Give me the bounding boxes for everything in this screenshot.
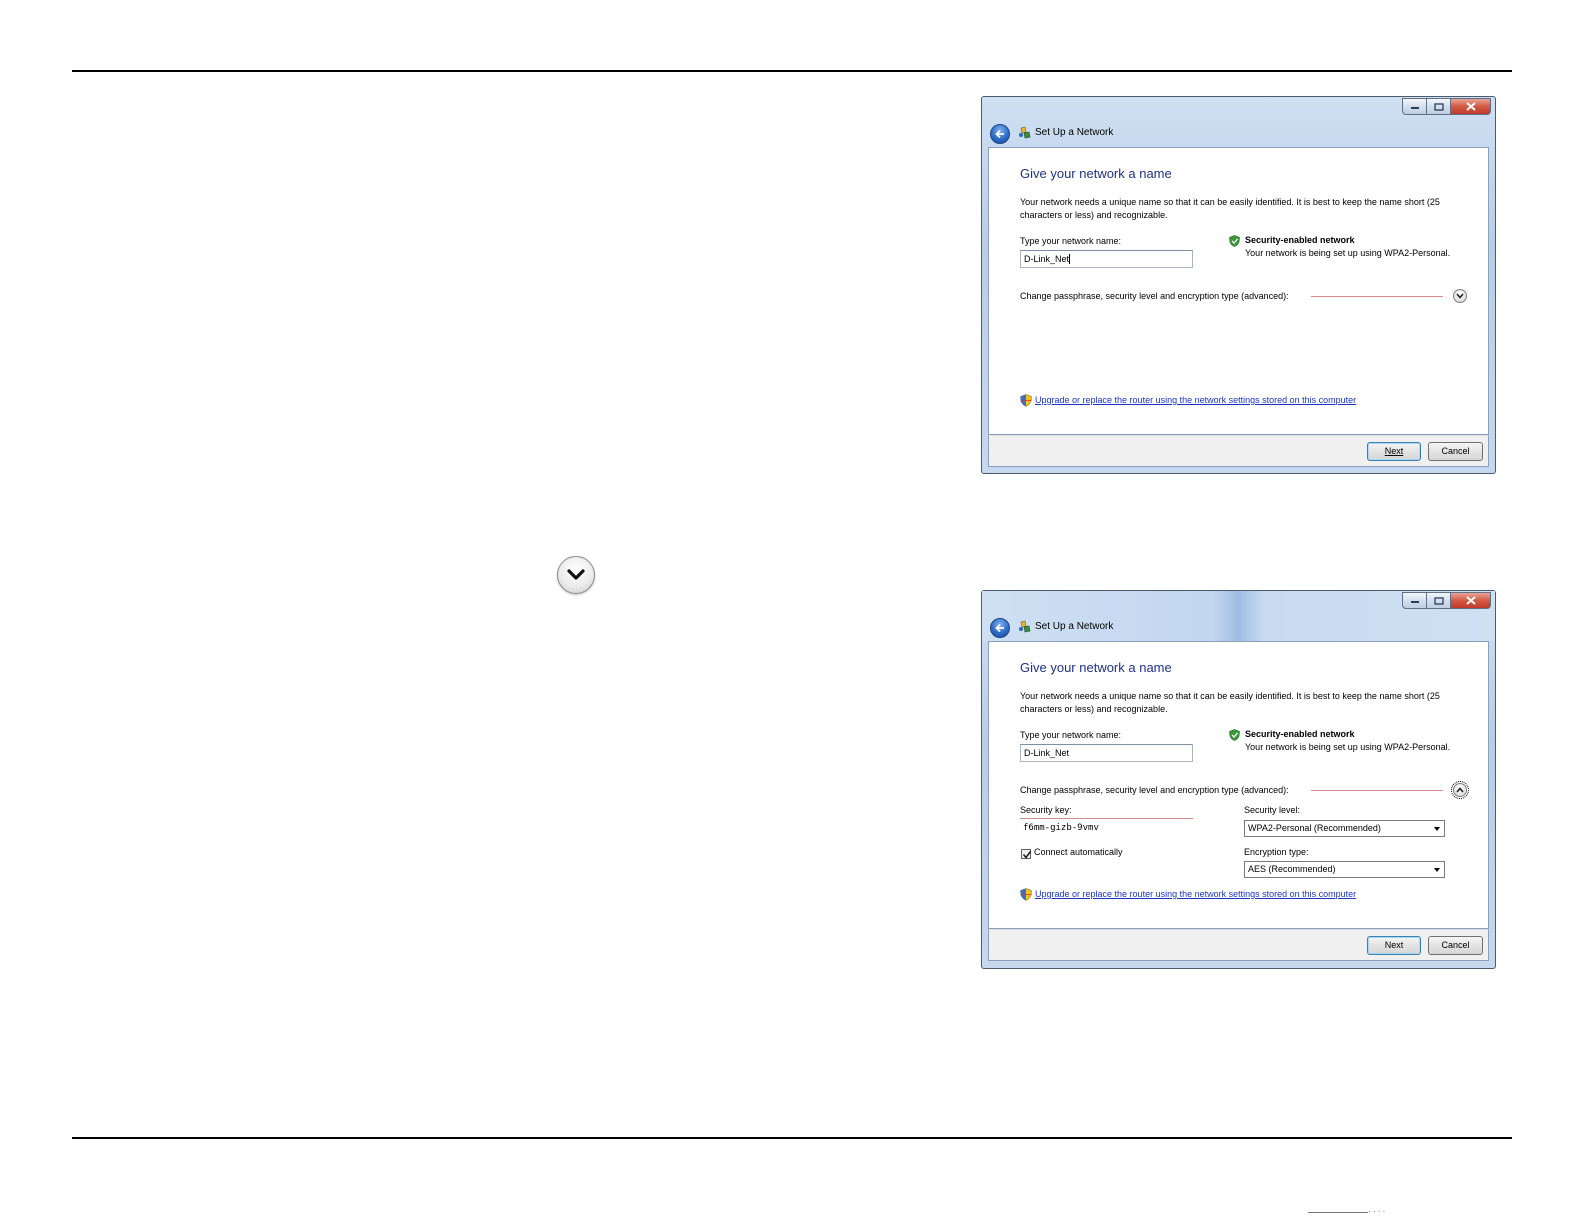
window-controls bbox=[1402, 98, 1491, 116]
next-button-label: Next bbox=[1384, 446, 1404, 456]
dialog-footer: Next Cancel bbox=[988, 929, 1489, 961]
security-enabled-subtext: Your network is being set up using WPA2-… bbox=[1245, 742, 1451, 752]
chevron-up-icon bbox=[1456, 787, 1464, 793]
encryption-type-select[interactable]: AES (Recommended) bbox=[1244, 861, 1445, 878]
network-setup-icon bbox=[1019, 620, 1031, 633]
connect-automatically-checkbox[interactable] bbox=[1021, 849, 1032, 859]
close-button[interactable] bbox=[1450, 592, 1491, 609]
security-level-select[interactable]: WPA2-Personal (Recommended) bbox=[1244, 820, 1445, 837]
separator-line bbox=[1311, 790, 1443, 791]
expand-chevron-icon bbox=[557, 556, 595, 594]
network-name-input[interactable]: D-Link_Net bbox=[1020, 744, 1193, 762]
title-bar: Set Up a Network bbox=[982, 97, 1495, 147]
back-button[interactable] bbox=[990, 618, 1010, 638]
window-title: Set Up a Network bbox=[1035, 621, 1114, 632]
network-name-label: Type your network name: bbox=[1020, 236, 1122, 246]
network-name-label: Type your network name: bbox=[1020, 730, 1122, 740]
uac-shield-icon bbox=[1020, 394, 1032, 407]
back-arrow-icon bbox=[995, 623, 1004, 633]
dropdown-arrow-icon bbox=[1434, 868, 1440, 872]
top-rule bbox=[72, 70, 1512, 72]
corner-line bbox=[1308, 1212, 1368, 1213]
security-key-input[interactable]: f6mm-gizb-9vmv bbox=[1020, 818, 1193, 836]
dialog-content: Give your network a name Your network ne… bbox=[988, 641, 1489, 929]
network-name-input[interactable]: D-Link_Net bbox=[1020, 250, 1193, 268]
setup-network-dialog-expanded: Set Up a Network Give your network a nam… bbox=[981, 590, 1496, 969]
upgrade-router-link[interactable]: Upgrade or replace the router using the … bbox=[1035, 395, 1356, 405]
upgrade-router-link[interactable]: Upgrade or replace the router using the … bbox=[1035, 889, 1356, 899]
dialog-footer: Next Cancel bbox=[988, 435, 1489, 467]
page-heading: Give your network a name bbox=[1020, 660, 1172, 675]
close-icon bbox=[1465, 102, 1476, 111]
cancel-button-label: Cancel bbox=[1441, 940, 1470, 950]
separator-line bbox=[1311, 296, 1443, 297]
security-enabled-title: Security-enabled network bbox=[1245, 729, 1355, 739]
security-shield-icon bbox=[1229, 235, 1240, 247]
dialog-content: Give your network a name Your network ne… bbox=[988, 147, 1489, 435]
close-icon bbox=[1465, 596, 1476, 605]
dropdown-arrow-icon bbox=[1434, 827, 1440, 831]
encryption-type-value: AES (Recommended) bbox=[1248, 864, 1336, 874]
cancel-button[interactable]: Cancel bbox=[1428, 936, 1483, 955]
connect-automatically-label: Connect automatically bbox=[1034, 847, 1123, 857]
cancel-button[interactable]: Cancel bbox=[1428, 442, 1483, 461]
window-controls bbox=[1402, 592, 1491, 610]
chevron-down-icon bbox=[1456, 293, 1464, 299]
security-shield-icon bbox=[1229, 729, 1240, 741]
next-button[interactable]: Next bbox=[1367, 936, 1421, 955]
uac-shield-icon bbox=[1020, 888, 1032, 901]
security-enabled-title: Security-enabled network bbox=[1245, 235, 1355, 245]
security-key-value: f6mm-gizb-9vmv bbox=[1023, 823, 1099, 833]
network-name-value: D-Link_Net bbox=[1024, 254, 1070, 264]
next-button[interactable]: Next bbox=[1367, 442, 1421, 461]
change-advanced-label: Change passphrase, security level and en… bbox=[1020, 785, 1289, 795]
corner-mark: · · · · bbox=[1368, 1207, 1386, 1216]
security-key-label: Security key: bbox=[1020, 805, 1072, 815]
network-setup-icon bbox=[1019, 126, 1031, 139]
encryption-type-label: Encryption type: bbox=[1244, 847, 1309, 857]
description-text: Your network needs a unique name so that… bbox=[1020, 691, 1440, 714]
collapse-advanced-button[interactable] bbox=[1451, 781, 1469, 799]
cancel-button-label: Cancel bbox=[1441, 446, 1470, 456]
back-arrow-icon bbox=[995, 129, 1004, 139]
bottom-rule bbox=[72, 1137, 1512, 1139]
security-level-label: Security level: bbox=[1244, 805, 1301, 815]
maximize-button[interactable] bbox=[1426, 592, 1450, 609]
close-button[interactable] bbox=[1450, 98, 1491, 115]
back-button[interactable] bbox=[990, 124, 1010, 144]
description-text: Your network needs a unique name so that… bbox=[1020, 197, 1440, 220]
maximize-button[interactable] bbox=[1426, 98, 1450, 115]
expand-advanced-button[interactable] bbox=[1453, 289, 1467, 303]
security-level-value: WPA2-Personal (Recommended) bbox=[1248, 823, 1381, 833]
window-title: Set Up a Network bbox=[1035, 127, 1114, 138]
title-bar: Set Up a Network bbox=[982, 591, 1495, 641]
minimize-button[interactable] bbox=[1402, 98, 1426, 115]
checkmark-icon bbox=[1022, 851, 1032, 859]
next-button-label: Next bbox=[1384, 940, 1404, 950]
network-name-value: D-Link_Net bbox=[1024, 748, 1070, 758]
setup-network-dialog-collapsed: Set Up a Network Give your network a nam… bbox=[981, 96, 1496, 474]
page-heading: Give your network a name bbox=[1020, 166, 1172, 181]
security-enabled-subtext: Your network is being set up using WPA2-… bbox=[1245, 248, 1451, 258]
change-advanced-label: Change passphrase, security level and en… bbox=[1020, 291, 1289, 301]
minimize-button[interactable] bbox=[1402, 592, 1426, 609]
